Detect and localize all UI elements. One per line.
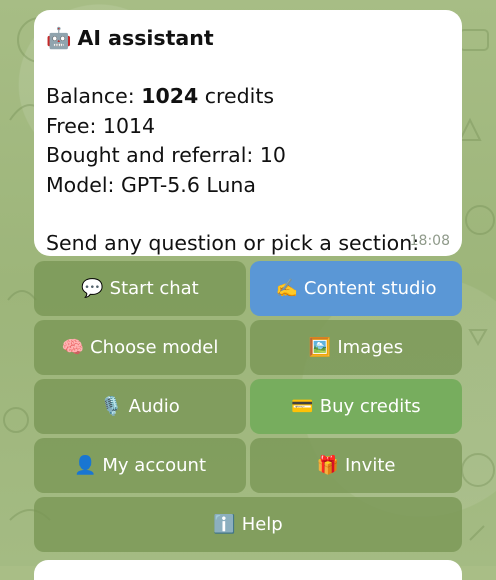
info-icon: ℹ️ [213,514,236,535]
model-line: Model: GPT-5.6 Luna [46,172,256,197]
start-chat-button[interactable]: 💬 Start chat [34,261,246,316]
my-account-button[interactable]: 👤 My account [34,438,246,493]
speech-bubble-icon: 💬 [81,278,104,299]
message-timestamp: 18:08 [409,233,450,249]
content-studio-button[interactable]: ✍️ Content studio [250,261,462,316]
microphone-icon: 🎙️ [100,396,123,417]
bot-message-bubble: 🤖 AI assistant Balance: 1024 credits Free… [34,10,462,256]
help-button[interactable]: ℹ️ Help [34,497,462,552]
balance-line: Balance: 1024 credits [46,84,275,108]
audio-button[interactable]: 🎙️ Audio [34,379,246,434]
user-icon: 👤 [73,455,97,476]
inline-keyboard: 💬 Start chat ✍️ Content studio 🧠 Choose mod… [34,261,462,556]
choose-model-button[interactable]: 🧠 Choose model [34,320,246,375]
gift-icon: 🎁 [316,455,339,476]
picture-icon: 🖼️ [308,337,332,358]
robot-icon: 🤖 [46,26,72,50]
writing-hand-icon: ✍️ [275,278,298,299]
next-message-edge [34,560,462,580]
images-button[interactable]: 🖼️ Images [250,320,462,375]
free-credits-line: Free: 1014 [46,113,156,138]
message-title: 🤖 AI assistant [46,26,214,50]
balance-value: 1024 [141,84,199,108]
prompt-line: Send any question or pick a section: [46,231,420,255]
credit-card-icon: 💳 [291,396,314,417]
bought-credits-line: Bought and referral: 10 [46,143,286,167]
buy-credits-button[interactable]: 💳 Buy credits [250,379,462,434]
brain-icon: 🧠 [61,337,85,358]
invite-button[interactable]: 🎁 Invite [250,438,462,493]
